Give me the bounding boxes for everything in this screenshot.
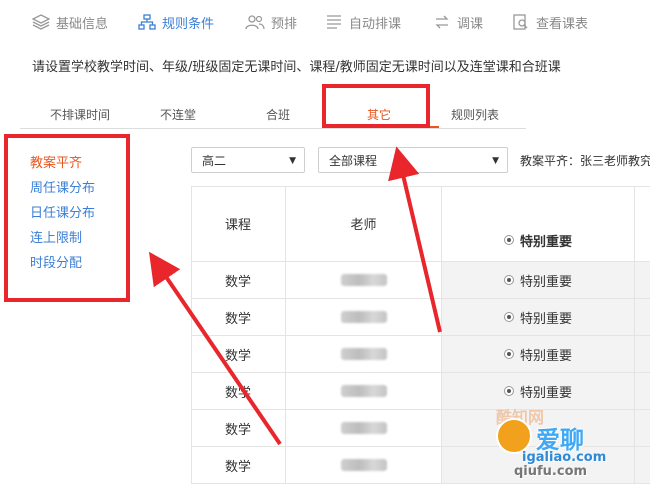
watermark-logo: 酷知网 爱聊 igaliao.com qiufu.com [492,404,642,482]
arrow-to-course-select [388,146,442,333]
watermark-url2: qiufu.com [514,464,588,479]
watermark-circle-icon [496,418,532,454]
arrow-to-left-menu [148,251,282,446]
watermark-url1: igaliao.com [522,450,607,465]
